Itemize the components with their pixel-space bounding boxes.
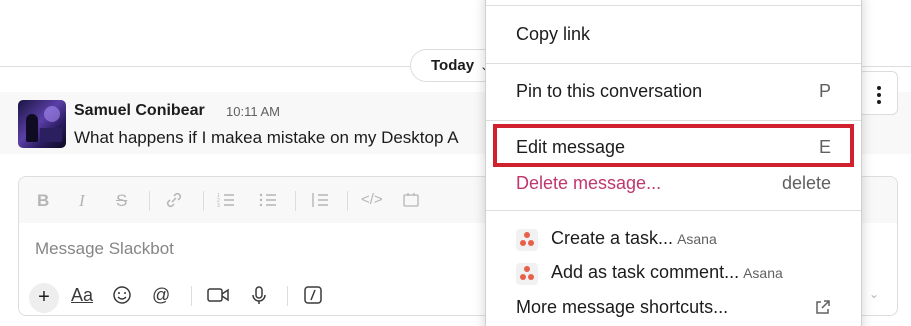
slash-command-icon[interactable]: [303, 285, 323, 310]
menu-item-more-shortcuts[interactable]: More message shortcuts...: [486, 290, 861, 324]
strikethrough-icon[interactable]: S: [116, 191, 127, 211]
asana-icon: [516, 263, 538, 285]
code-block-icon[interactable]: [402, 191, 420, 214]
message-text: What happens if I makea mistake on my De…: [74, 128, 459, 147]
chevron-down-icon[interactable]: ⌄: [869, 287, 879, 301]
highlight-box: [493, 124, 854, 167]
italic-icon[interactable]: I: [79, 191, 85, 211]
message-author[interactable]: Samuel Conibear: [74, 102, 205, 120]
message-timestamp[interactable]: 10:11 AM: [226, 104, 280, 119]
asana-icon: [516, 229, 538, 251]
menu-item-copy-link[interactable]: Copy link: [486, 17, 861, 51]
mention-icon[interactable]: @: [152, 285, 170, 306]
bulleted-list-icon[interactable]: [259, 191, 277, 214]
code-icon[interactable]: </>: [361, 191, 383, 208]
menu-item-pin[interactable]: Pin to this conversation P: [486, 74, 861, 108]
more-actions-button[interactable]: [858, 71, 898, 115]
svg-text:3: 3: [217, 203, 220, 209]
text-format-button[interactable]: Aa: [71, 285, 93, 306]
link-icon[interactable]: [165, 191, 183, 214]
menu-item-create-task[interactable]: Create a task... Asana: [486, 221, 861, 255]
menu-item-add-task-comment[interactable]: Add as task comment... Asana: [486, 255, 861, 289]
vertical-dots-icon: [877, 86, 881, 90]
composer-placeholder[interactable]: Message Slackbot: [35, 239, 174, 259]
microphone-icon[interactable]: [250, 285, 268, 310]
ordered-list-icon[interactable]: 123: [217, 191, 235, 214]
emoji-icon[interactable]: [112, 285, 132, 310]
plus-icon[interactable]: +: [29, 283, 59, 313]
menu-item-delete-message[interactable]: Delete message... delete: [486, 166, 861, 200]
bold-icon[interactable]: B: [37, 191, 49, 211]
video-icon[interactable]: [207, 285, 229, 310]
blockquote-icon[interactable]: [311, 191, 329, 214]
avatar[interactable]: [18, 100, 66, 148]
date-divider-label: Today: [431, 57, 475, 74]
external-link-icon: [814, 299, 831, 321]
slack-window: Today ⌄ Samuel Conibear 10:11 AM What hap…: [0, 0, 911, 326]
